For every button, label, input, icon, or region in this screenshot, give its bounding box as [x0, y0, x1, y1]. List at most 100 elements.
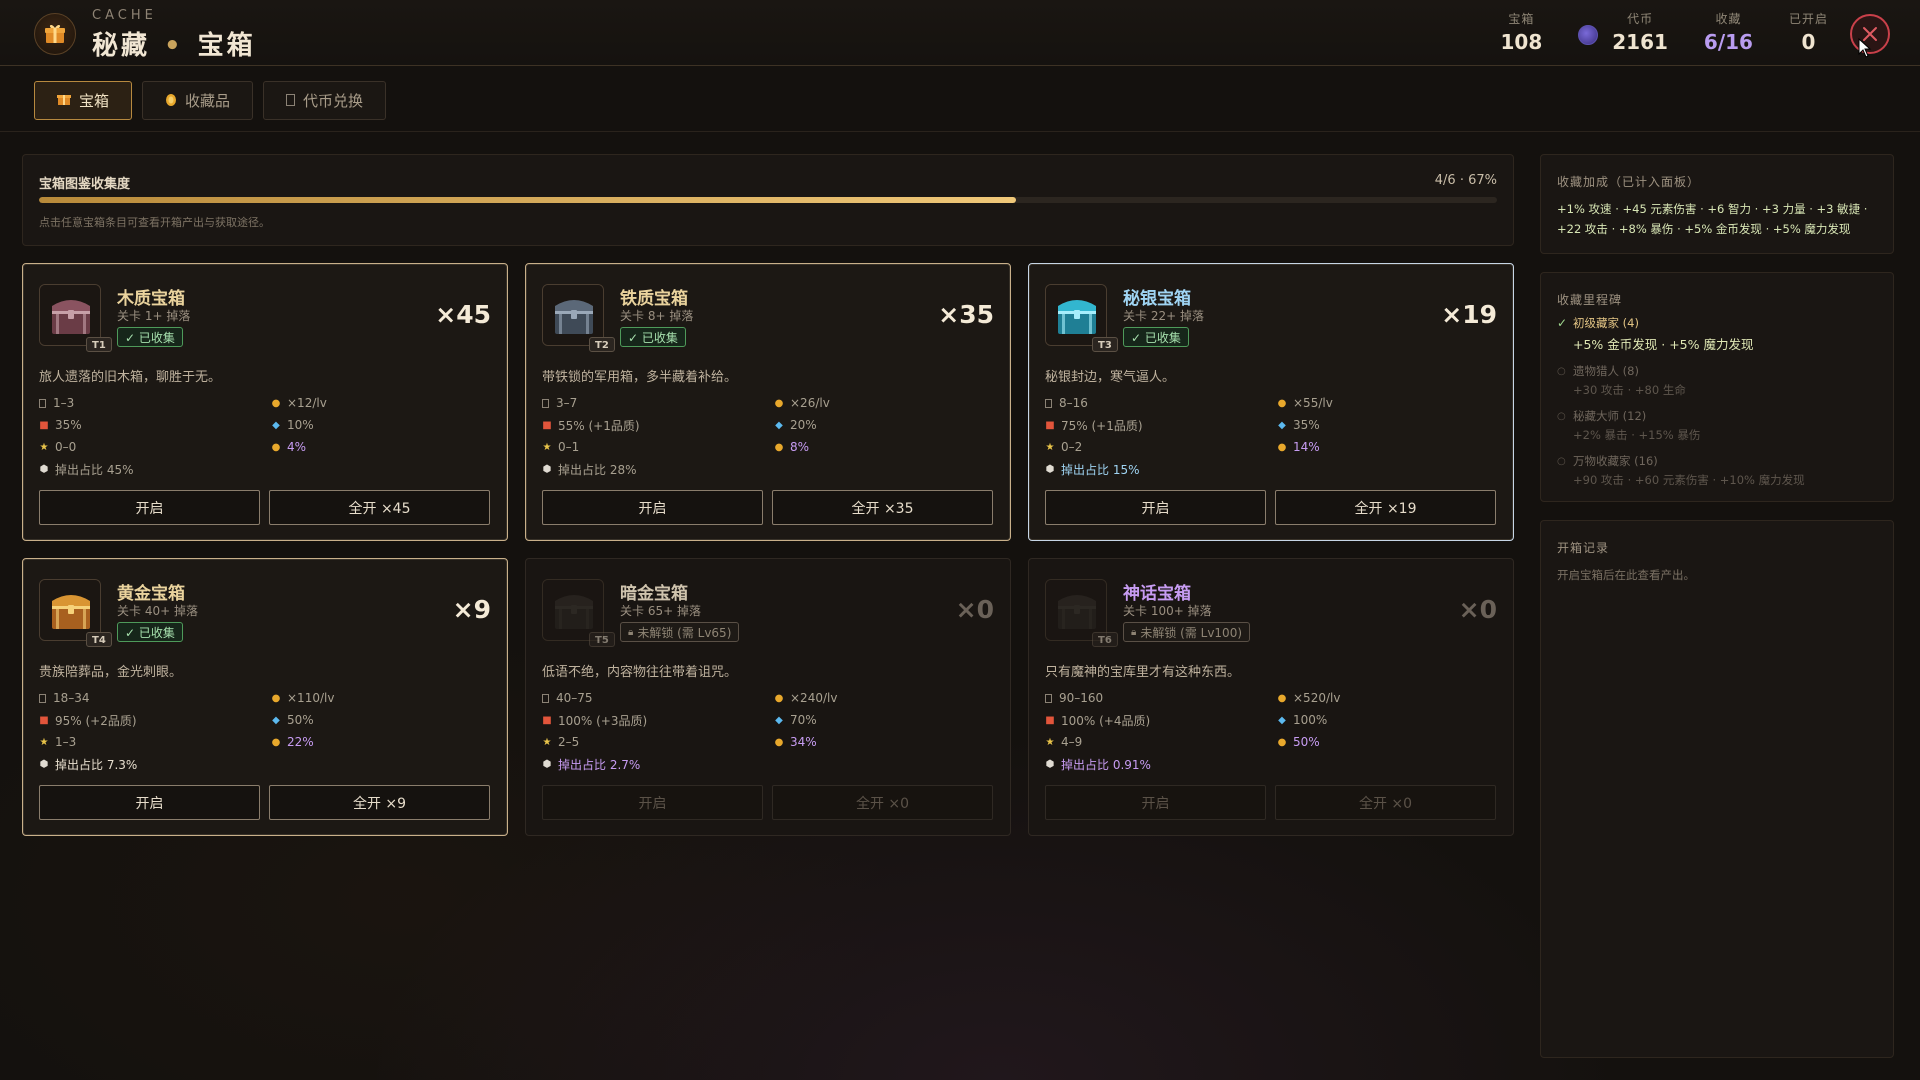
- open-log-panel: 开箱记录 开启宝箱后在此查看产出。: [1540, 520, 1894, 1058]
- chest-stats: 1–3 ● ×12/lv ■ 35% ◆ 10% ★ 0–0 ● 4% ⬢ 掉出占比 45%: [39, 392, 479, 480]
- gold-per-level: ×12/lv: [287, 396, 327, 410]
- tier-badge: T3: [1092, 337, 1118, 352]
- tab-token-exchange[interactable]: 代币兑换: [263, 81, 387, 120]
- open-button[interactable]: 开启: [1045, 785, 1266, 820]
- stat-value: 6/16: [1703, 30, 1753, 54]
- quality-rate: 55% (+1品质): [558, 418, 640, 433]
- chest-count: ×0: [955, 595, 994, 624]
- tab-collectibles[interactable]: 收藏品: [142, 81, 254, 120]
- open-all-button[interactable]: 全开 ×0: [1275, 785, 1496, 820]
- chest-card-mythic[interactable]: T6 神话宝箱 关卡 100+ 掉落 🔒︎ 未解锁 (需 Lv100) ×0 只有…: [1028, 558, 1514, 836]
- item-range: 18–34: [53, 691, 90, 705]
- star-range: 4–9: [1061, 735, 1083, 749]
- chest-card-iron[interactable]: T2 铁质宝箱 关卡 8+ 掉落 ✓ 已收集 ×35 带铁锁的军用箱，多半藏着补…: [525, 263, 1011, 541]
- open-button[interactable]: 开启: [39, 490, 260, 525]
- quality-book-icon: ■: [39, 419, 49, 431]
- stat-collection: 收藏 6/16: [1704, 10, 1753, 54]
- stat-label: 代币: [1627, 12, 1654, 26]
- drop-share: 掉出占比 7.3%: [55, 757, 138, 772]
- open-button[interactable]: 开启: [542, 490, 763, 525]
- milestone-item: ○ 遗物猎人 (8) +30 攻击 · +80 生命: [1557, 363, 1877, 398]
- item-count-icon: [39, 398, 46, 408]
- quality-book-icon: ■: [1045, 419, 1055, 431]
- drop-share-icon: ⬢: [39, 463, 49, 475]
- chest-count: ×19: [1441, 300, 1497, 329]
- mana-orb-icon: ●: [271, 441, 281, 453]
- star-range: 0–0: [55, 440, 77, 454]
- chest-name: 暗金宝箱: [620, 584, 688, 604]
- open-all-button[interactable]: 全开 ×0: [772, 785, 993, 820]
- chest-count: ×45: [435, 300, 491, 329]
- stat-opened: 已开启 0: [1789, 10, 1828, 54]
- drop-share: 掉出占比 0.91%: [1061, 757, 1151, 772]
- item-range: 90–160: [1059, 691, 1104, 705]
- chest-count: ×9: [452, 595, 491, 624]
- item-count-icon: [39, 693, 46, 703]
- tab-chests[interactable]: 宝箱: [34, 81, 133, 120]
- milestone-list: ✓ 初级藏家 (4) +5% 金币发现 · +5% 魔力发现 ○ 遗物猎人 (8) …: [1557, 315, 1877, 498]
- milestone-name: 万物收藏家 (16): [1573, 454, 1658, 468]
- tier-badge: T5: [589, 632, 615, 647]
- collection-progress-panel: 宝箱图鉴收集度 4/6 · 67% 点击任意宝箱条目可查看开箱产出与获取途径。: [22, 154, 1514, 246]
- item-count-icon: [542, 693, 549, 703]
- open-button[interactable]: 开启: [542, 785, 763, 820]
- item-range: 40–75: [556, 691, 593, 705]
- open-button[interactable]: 开启: [39, 785, 260, 820]
- milestone-name: 初级藏家 (4): [1573, 316, 1639, 330]
- stat-label: 已开启: [1788, 12, 1828, 26]
- top-bar: CACHE 秘藏 • 宝箱 宝箱 108 代币 2161 收藏 6/16 已开启 0: [0, 0, 1920, 66]
- mana-orb-icon: ●: [774, 441, 784, 453]
- chest-card-dark-gold[interactable]: T5 暗金宝箱 关卡 65+ 掉落 🔒︎ 未解锁 (需 Lv65) ×0 低语不绝…: [525, 558, 1011, 836]
- gift-icon: [57, 92, 71, 110]
- pending-dot-icon: ○: [1557, 410, 1566, 422]
- orb-rate: 8%: [790, 440, 810, 454]
- drop-share: 掉出占比 2.7%: [558, 757, 641, 772]
- page-title: CACHE 秘藏 • 宝箱: [92, 8, 256, 62]
- chest-card-gold[interactable]: T4 黄金宝箱 关卡 40+ 掉落 ✓ 已收集 ×9 贵族陪葬品，金光刺眼。 1…: [22, 558, 508, 836]
- stat-chests: 宝箱 108: [1501, 10, 1543, 54]
- star-icon: ★: [39, 736, 49, 748]
- milestone-effect: +90 攻击 · +60 元素伤害 · +10% 魔力发现: [1573, 473, 1805, 487]
- open-all-button[interactable]: 全开 ×35: [772, 490, 993, 525]
- open-all-button[interactable]: 全开 ×19: [1275, 490, 1496, 525]
- star-icon: ★: [542, 736, 552, 748]
- chest-drop-stage: 关卡 65+ 掉落: [620, 604, 701, 618]
- chest-name: 神话宝箱: [1123, 584, 1191, 604]
- quality-book-icon: ■: [1045, 714, 1055, 726]
- tier-badge: T6: [1092, 632, 1118, 647]
- open-all-button[interactable]: 全开 ×9: [269, 785, 490, 820]
- gem-icon: ◆: [775, 419, 783, 431]
- lock-icon: 🔒︎: [628, 626, 634, 638]
- gold-coin-icon: ●: [774, 397, 784, 409]
- drop-share: 掉出占比 45%: [55, 462, 134, 477]
- milestone-title: 收藏里程碑: [1557, 293, 1623, 307]
- mana-orb-icon: ●: [1277, 736, 1287, 748]
- gold-coin-icon: ●: [1277, 397, 1287, 409]
- bonus-title: 收藏加成（已计入面板）: [1557, 175, 1701, 189]
- tab-label: 宝箱: [79, 92, 110, 110]
- open-all-button[interactable]: 全开 ×45: [269, 490, 490, 525]
- mouse-cursor-icon: [1858, 38, 1872, 58]
- stat-value: 2161: [1612, 30, 1668, 54]
- chest-card-wood[interactable]: T1 木质宝箱 关卡 1+ 掉落 ✓ 已收集 ×45 旅人遗落的旧木箱，聊胜于无…: [22, 263, 508, 541]
- milestone-name: 遗物猎人 (8): [1573, 364, 1639, 378]
- orb-rate: 14%: [1293, 440, 1320, 454]
- quality-rate: 100% (+3品质): [558, 713, 648, 728]
- chest-card-mithril[interactable]: T3 秘银宝箱 关卡 22+ 掉落 ✓ 已收集 ×19 秘银封边，寒气逼人。 8…: [1028, 263, 1514, 541]
- token-coin-icon: [1578, 25, 1599, 45]
- chest-description: 贵族陪葬品，金光刺眼。: [39, 665, 183, 680]
- stat-value: 0: [1801, 30, 1816, 54]
- milestone-effect: +2% 暴击 · +15% 暴伤: [1573, 428, 1701, 442]
- milestone-effect: +30 攻击 · +80 生命: [1573, 383, 1686, 397]
- tab-label: 代币兑换: [303, 92, 364, 110]
- locked-badge: 🔒︎ 未解锁 (需 Lv100): [1123, 622, 1251, 642]
- item-count-icon: [542, 398, 549, 408]
- gem-rate: 10%: [287, 418, 314, 432]
- collection-bonus-panel: 收藏加成（已计入面板） +1% 攻速 · +45 元素伤害 · +6 智力 · …: [1540, 154, 1894, 254]
- tab-label: 收藏品: [185, 92, 231, 110]
- collected-badge: ✓ 已收集: [117, 327, 183, 347]
- chest-grid: T1 木质宝箱 关卡 1+ 掉落 ✓ 已收集 ×45 旅人遗落的旧木箱，聊胜于无…: [22, 263, 1514, 836]
- header-stats: 宝箱 108 代币 2161 收藏 6/16 已开启 0: [1465, 10, 1829, 54]
- open-button[interactable]: 开启: [1045, 490, 1266, 525]
- lock-icon: 🔒︎: [1131, 626, 1137, 638]
